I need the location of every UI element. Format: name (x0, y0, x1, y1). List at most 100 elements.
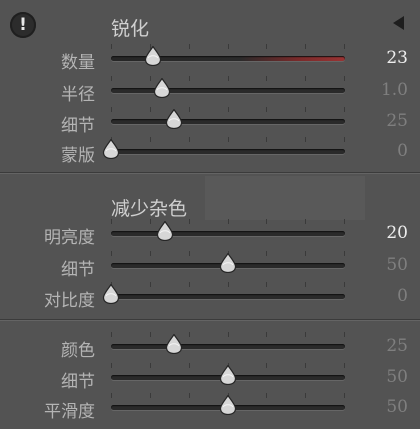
slider-tick (266, 219, 267, 224)
slider-tick (228, 219, 229, 224)
slider-tick (189, 107, 190, 112)
slider-tick (111, 393, 112, 398)
slider-tick (266, 76, 267, 81)
slider-thumb[interactable] (165, 334, 183, 354)
slider-tick (111, 107, 112, 112)
slider-tick (305, 76, 306, 81)
slider-thumb[interactable] (144, 46, 162, 66)
slider-tick (189, 76, 190, 81)
slider-value[interactable]: 23 (386, 48, 408, 68)
slider-thumb[interactable] (165, 109, 183, 129)
slider-thumb[interactable] (219, 365, 237, 385)
sharpening-title: 锐化 (111, 18, 150, 40)
slider-tick (305, 219, 306, 224)
slider-row: 半径 1.0 (0, 76, 420, 106)
slider-tick (266, 107, 267, 112)
slider-tick (150, 393, 151, 398)
slider-tick (266, 137, 267, 142)
slider-value[interactable]: 50 (386, 397, 408, 417)
triangle-left-icon[interactable] (393, 16, 404, 30)
slider-value[interactable]: 25 (386, 111, 408, 131)
slider-track[interactable] (111, 88, 345, 93)
slider-tick (344, 137, 345, 142)
slider-tick (344, 107, 345, 112)
slider-thumb[interactable] (156, 221, 174, 241)
slider-ticks (111, 76, 345, 82)
slider-label: 细节 (61, 372, 95, 392)
slider-label: 蒙版 (61, 146, 95, 166)
slider-ticks (111, 219, 345, 225)
slider-tick (189, 137, 190, 142)
slider-track[interactable] (111, 119, 345, 124)
slider-thumb[interactable] (219, 395, 237, 415)
slider-tick (305, 137, 306, 142)
slider-tick (189, 363, 190, 368)
slider-row: 细节 50 (0, 251, 420, 281)
detail-panel: ! 锐化 数量 23 半径 1.0 细节 25 蒙版 0 减少杂色 明亮度 20 细节 50 对比度 0… (0, 0, 420, 429)
slider-tick (111, 44, 112, 49)
slider-tick (111, 76, 112, 81)
slider-label: 细节 (61, 116, 95, 136)
slider-tick (344, 393, 345, 398)
exclamation-icon[interactable]: ! (10, 12, 36, 38)
slider-value[interactable]: 20 (386, 223, 408, 243)
slider-row: 细节 25 (0, 107, 420, 137)
slider-tick (344, 44, 345, 49)
slider-tick (111, 332, 112, 337)
slider-ticks (111, 282, 345, 288)
slider-tick (111, 219, 112, 224)
slider-tick (189, 393, 190, 398)
slider-tick (150, 363, 151, 368)
slider-tick (150, 107, 151, 112)
slider-tick (344, 219, 345, 224)
slider-row: 颜色 25 (0, 332, 420, 362)
slider-tick (228, 137, 229, 142)
slider-tick (344, 363, 345, 368)
slider-tick (266, 363, 267, 368)
slider-label: 数量 (61, 53, 95, 73)
slider-value[interactable]: 0 (397, 141, 408, 161)
slider-tick (228, 76, 229, 81)
slider-label: 对比度 (44, 291, 95, 311)
slider-tick (266, 44, 267, 49)
noise-reduction-title: 减少杂色 (111, 198, 188, 220)
slider-value[interactable]: 50 (386, 255, 408, 275)
slider-row: 蒙版 0 (0, 137, 420, 167)
slider-tick (266, 393, 267, 398)
slider-tick (111, 363, 112, 368)
slider-tick (344, 251, 345, 256)
slider-tick (150, 219, 151, 224)
slider-tick (150, 332, 151, 337)
slider-tick (189, 282, 190, 287)
slider-tick (305, 393, 306, 398)
slider-row: 平滑度 50 (0, 393, 420, 423)
slider-tick (150, 251, 151, 256)
slider-value[interactable]: 25 (386, 336, 408, 356)
slider-track[interactable] (111, 231, 345, 236)
slider-label: 明亮度 (44, 228, 95, 248)
slider-row: 数量 23 (0, 44, 420, 74)
slider-thumb[interactable] (102, 139, 120, 159)
slider-ticks (111, 107, 345, 113)
slider-tick (111, 251, 112, 256)
slider-tick (305, 282, 306, 287)
slider-row: 对比度 0 (0, 282, 420, 312)
slider-tick (266, 251, 267, 256)
slider-thumb[interactable] (153, 78, 171, 98)
slider-tick (305, 251, 306, 256)
slider-thumb[interactable] (219, 253, 237, 273)
slider-tick (150, 137, 151, 142)
slider-track[interactable] (111, 294, 345, 299)
slider-tick (189, 332, 190, 337)
slider-value[interactable]: 0 (397, 286, 408, 306)
slider-tick (228, 332, 229, 337)
slider-label: 半径 (61, 85, 95, 105)
slider-tick (344, 282, 345, 287)
slider-track[interactable] (111, 344, 345, 349)
slider-label: 细节 (61, 260, 95, 280)
slider-thumb[interactable] (102, 284, 120, 304)
slider-tick (228, 107, 229, 112)
slider-track[interactable] (111, 149, 345, 154)
slider-value[interactable]: 1.0 (381, 80, 408, 100)
slider-value[interactable]: 50 (386, 367, 408, 387)
